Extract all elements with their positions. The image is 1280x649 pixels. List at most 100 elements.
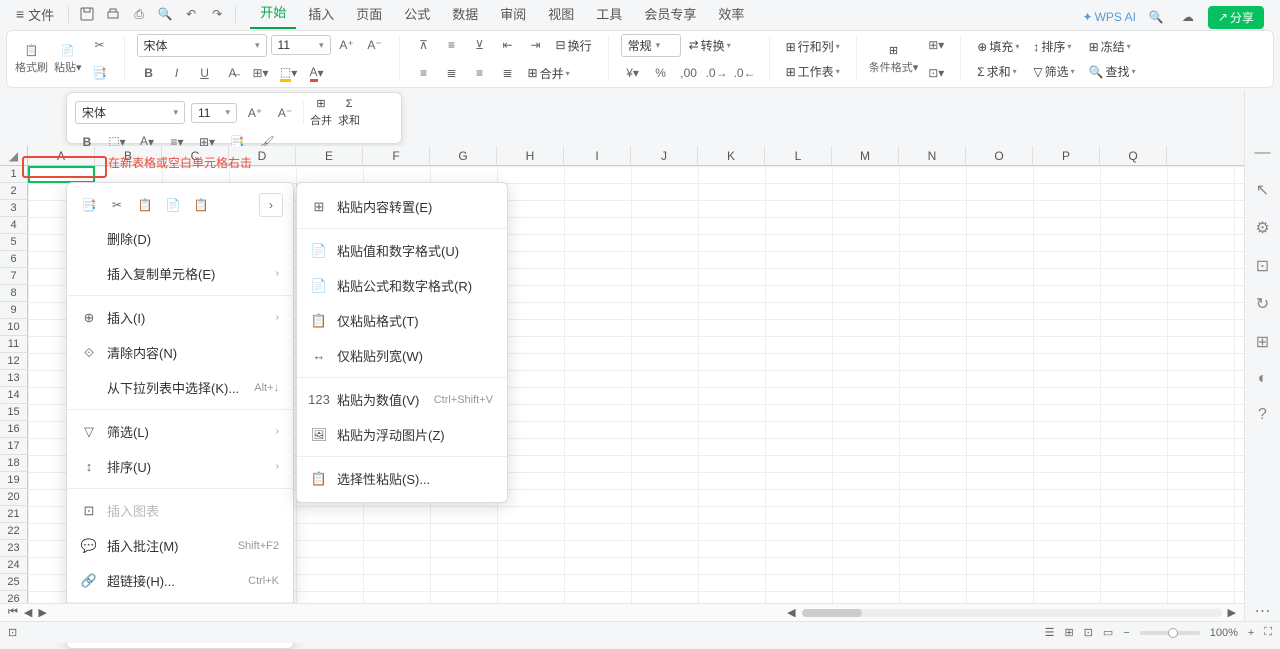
underline-icon[interactable]: U xyxy=(193,61,217,85)
wrap-button[interactable]: ⊟ 换行 xyxy=(552,35,596,56)
row-header[interactable]: 19 xyxy=(0,472,28,489)
row-header[interactable]: 20 xyxy=(0,489,28,506)
sub-val-num[interactable]: 📄粘贴值和数字格式(U) xyxy=(297,233,507,268)
row-header[interactable]: 1 xyxy=(0,166,28,183)
scroll-left-icon[interactable]: ◀ xyxy=(787,606,795,619)
sub-form-num[interactable]: 📄粘贴公式和数字格式(R) xyxy=(297,268,507,303)
ctx-copy-icon[interactable]: 📑 xyxy=(77,193,101,217)
sum-button[interactable]: Σ 求和▾ xyxy=(973,61,1023,82)
sheet-next-icon[interactable]: ▶ xyxy=(38,606,46,619)
fill-color-icon[interactable]: ⬚▾ xyxy=(277,61,301,85)
ctx-comment[interactable]: 💬插入批注(M)Shift+F2 xyxy=(67,528,293,563)
zoom-out-icon[interactable]: − xyxy=(1123,627,1129,639)
ctx-hyperlink[interactable]: 🔗超链接(H)...Ctrl+K xyxy=(67,563,293,598)
sheet-first-icon[interactable]: ⏮ xyxy=(8,606,18,619)
h-scrollbar-thumb[interactable] xyxy=(802,609,862,617)
file-menu[interactable]: ≡文件 xyxy=(8,5,62,24)
row-header[interactable]: 8 xyxy=(0,285,28,302)
ctx-paste-opt-icon[interactable]: 📋 xyxy=(189,193,213,217)
save-icon[interactable] xyxy=(75,2,99,26)
sub-col-width[interactable]: ↔仅粘贴列宽(W) xyxy=(297,338,507,373)
ctx-expand-arrow-icon[interactable]: › xyxy=(259,193,283,217)
row-header[interactable]: 2 xyxy=(0,183,28,200)
currency-icon[interactable]: ¥▾ xyxy=(621,61,645,85)
ctx-delete[interactable]: 删除(D) xyxy=(67,221,293,256)
search-icon[interactable]: 🔍 xyxy=(1144,5,1168,29)
fill-button[interactable]: ⊕ 填充▾ xyxy=(973,36,1023,57)
ctx-paste-rich-icon[interactable]: 📋 xyxy=(133,193,157,217)
wps-ai-button[interactable]: ✦ WPS AI xyxy=(1083,10,1136,24)
row-header[interactable]: 3 xyxy=(0,200,28,217)
bold-icon[interactable]: B xyxy=(137,61,161,85)
font-color-icon[interactable]: A▾ xyxy=(305,61,329,85)
active-cell[interactable] xyxy=(28,166,95,183)
scroll-right-icon[interactable]: ▶ xyxy=(1228,606,1236,619)
align-center-icon[interactable]: ≣ xyxy=(440,61,464,85)
sub-special[interactable]: 📋选择性粘贴(S)... xyxy=(297,461,507,496)
sub-transpose[interactable]: ⊞粘贴内容转置(E) xyxy=(297,189,507,224)
cut-icon[interactable]: ✂ xyxy=(88,33,112,57)
percent-icon[interactable]: % xyxy=(649,61,673,85)
format-painter-group[interactable]: 📋 格式刷 xyxy=(15,44,48,75)
ctx-sort[interactable]: ↕排序(U)› xyxy=(67,449,293,484)
tab-member[interactable]: 会员专享 xyxy=(634,0,706,29)
sheet-tab-bar[interactable]: ⏮ ◀ ▶ ◀ ▶ xyxy=(0,603,1244,621)
rail-minus-icon[interactable]: — xyxy=(1255,144,1271,162)
table-style-icon[interactable]: ⊞▾ xyxy=(924,33,948,57)
mini-grow-font-icon[interactable]: A⁺ xyxy=(243,101,267,125)
tab-insert[interactable]: 插入 xyxy=(298,0,344,29)
sheet-prev-icon[interactable]: ◀ xyxy=(24,606,32,619)
status-reading-icon[interactable]: ▭ xyxy=(1103,626,1113,639)
column-headers[interactable]: ABCDEFGHIJKLMNOPQ xyxy=(28,146,1244,166)
merge-button[interactable]: ⊞ 合并▾ xyxy=(524,63,574,84)
row-header[interactable]: 14 xyxy=(0,387,28,404)
redo-icon[interactable]: ↷ xyxy=(205,2,229,26)
row-header[interactable]: 6 xyxy=(0,251,28,268)
tab-data[interactable]: 数据 xyxy=(442,0,488,29)
convert-button[interactable]: ⇄ 转换▾ xyxy=(685,35,735,56)
ctx-paste-val-icon[interactable]: 📄 xyxy=(161,193,185,217)
dec-dec-icon[interactable]: .0← xyxy=(733,61,757,85)
status-view-icon[interactable]: ☰ xyxy=(1045,626,1055,639)
font-combo[interactable]: 宋体▾ xyxy=(137,34,267,57)
row-header[interactable]: 24 xyxy=(0,557,28,574)
align-right-icon[interactable]: ≡ xyxy=(468,61,492,85)
row-header[interactable]: 9 xyxy=(0,302,28,319)
row-col-button[interactable]: ⊞ 行和列▾ xyxy=(782,36,844,57)
row-header[interactable]: 12 xyxy=(0,353,28,370)
mini-size-combo[interactable]: 11▾ xyxy=(191,103,237,123)
row-header[interactable]: 10 xyxy=(0,319,28,336)
align-bottom-icon[interactable]: ⊻ xyxy=(468,33,492,57)
row-header[interactable]: 7 xyxy=(0,268,28,285)
ctx-insert[interactable]: ⊕插入(I)› xyxy=(67,300,293,335)
align-left-icon[interactable]: ≡ xyxy=(412,61,436,85)
mini-sum-button[interactable]: Σ求和 xyxy=(338,98,360,128)
worksheet-button[interactable]: ⊞ 工作表▾ xyxy=(782,61,844,82)
rail-select-icon[interactable]: ↖ xyxy=(1256,180,1269,200)
row-headers[interactable]: 1234567891011121314151617181920212223242… xyxy=(0,166,28,621)
indent-inc-icon[interactable]: ⇥ xyxy=(524,33,548,57)
cell-style-icon[interactable]: ⊡▾ xyxy=(924,61,948,85)
row-header[interactable]: 5 xyxy=(0,234,28,251)
strike-icon[interactable]: A̶ xyxy=(221,61,245,85)
grow-font-icon[interactable]: A⁺ xyxy=(335,33,359,57)
rail-settings-icon[interactable]: ⚙ xyxy=(1255,218,1269,238)
zoom-slider[interactable] xyxy=(1140,631,1200,635)
indent-dec-icon[interactable]: ⇤ xyxy=(496,33,520,57)
mini-shrink-font-icon[interactable]: A⁻ xyxy=(273,101,297,125)
status-page-icon[interactable]: ⊡ xyxy=(1084,626,1093,639)
zoom-in-icon[interactable]: + xyxy=(1248,627,1254,639)
row-header[interactable]: 21 xyxy=(0,506,28,523)
tab-page[interactable]: 页面 xyxy=(346,0,392,29)
row-header[interactable]: 15 xyxy=(0,404,28,421)
paste-group[interactable]: 📄 粘贴▾ xyxy=(54,44,82,75)
mini-merge-button[interactable]: ⊞合并 xyxy=(310,97,332,128)
rail-more-icon[interactable]: ⋯ xyxy=(1255,601,1271,621)
row-header[interactable]: 16 xyxy=(0,421,28,438)
rail-sync-icon[interactable]: ◐ xyxy=(1258,370,1268,388)
row-header[interactable]: 11 xyxy=(0,336,28,353)
tab-effect[interactable]: 效率 xyxy=(708,0,754,29)
number-format-combo[interactable]: 常规▾ xyxy=(621,34,681,57)
size-combo[interactable]: 11▾ xyxy=(271,35,331,55)
tab-start[interactable]: 开始 xyxy=(250,0,296,29)
